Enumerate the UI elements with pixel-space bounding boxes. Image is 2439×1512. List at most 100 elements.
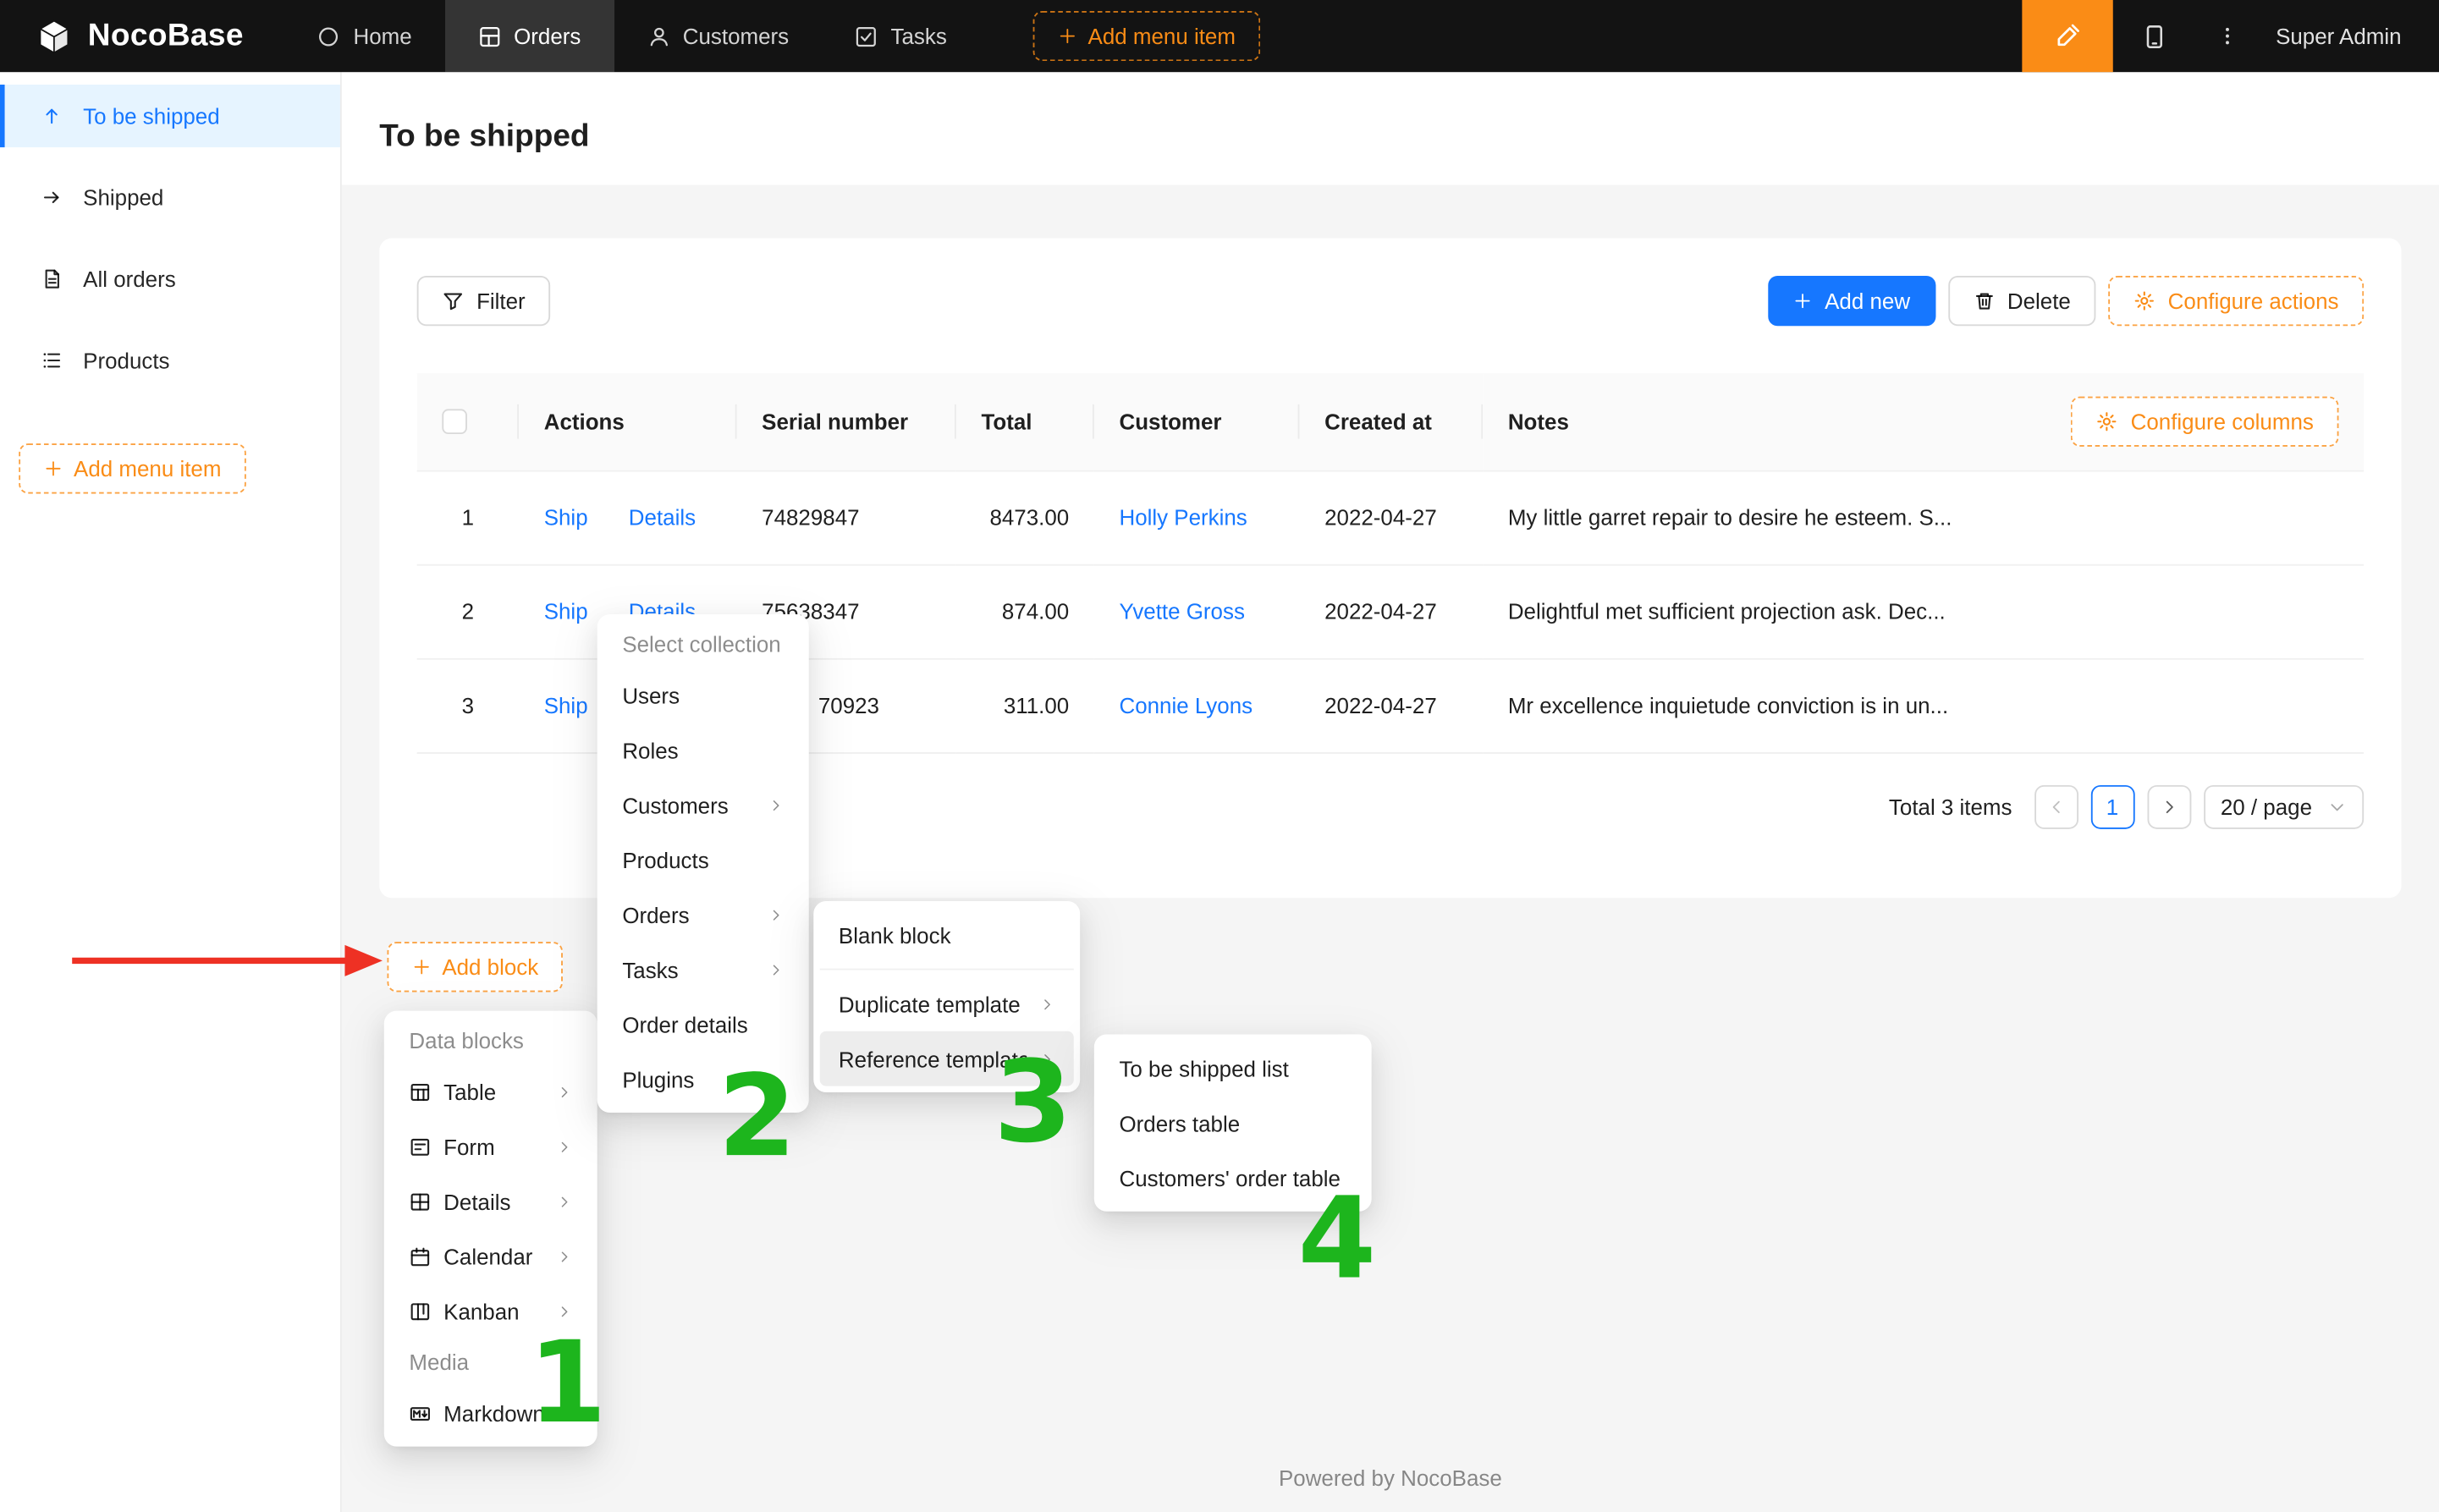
toolbar-right-group: Add new Delete Configure actions — [1768, 276, 2364, 326]
table-toolbar: Filter Add new Delete Conf — [417, 276, 2364, 326]
nav-tab-label: Home — [354, 24, 412, 49]
tasks-icon — [855, 25, 878, 48]
total-cell: 874.00 — [956, 564, 1094, 658]
red-arrow-annotation — [63, 936, 388, 986]
chevron-right-icon — [557, 1139, 573, 1155]
created-cell: 2022-04-27 — [1299, 658, 1483, 752]
notes-cell: Delightful met sufficient projection ask… — [1483, 564, 2364, 658]
menu-item-orders[interactable]: Orders — [603, 887, 802, 942]
column-header-notes: Notes — [1508, 409, 1569, 434]
table-row: 1 Ship Details 74829847 8473.00 Holly Per… — [417, 470, 2364, 564]
configure-columns-label: Configure columns — [2131, 409, 2314, 434]
customer-link[interactable]: Connie Lyons — [1119, 693, 1253, 718]
chevron-right-icon — [557, 1248, 573, 1264]
sidebar-item-shipped[interactable]: Shipped — [0, 166, 340, 228]
powered-by-footer: Powered by NocoBase — [342, 1465, 2439, 1491]
created-cell: 2022-04-27 — [1299, 564, 1483, 658]
chevron-right-icon — [1039, 996, 1055, 1012]
select-all-checkbox[interactable] — [442, 410, 467, 435]
nav-tab-orders[interactable]: Orders — [445, 0, 614, 72]
nav-tab-customers[interactable]: Customers — [614, 0, 822, 72]
plus-icon — [1793, 292, 1812, 311]
row-index: 1 — [417, 470, 519, 564]
menu-item-table[interactable]: Table — [390, 1064, 591, 1119]
sidebar-item-all-orders[interactable]: All orders — [0, 248, 340, 311]
sidebar-item-label: To be shipped — [83, 103, 219, 129]
notes-cell: Mr excellence inquietude conviction is i… — [1483, 658, 2364, 752]
table-header-row: Actions Serial number Total Customer Cre… — [417, 373, 2364, 470]
menu-item-order-details[interactable]: Order details — [603, 997, 802, 1052]
annotation-number-3: 3 — [994, 1045, 1072, 1157]
customer-link[interactable]: Yvette Gross — [1119, 599, 1244, 624]
pagination-next-button[interactable] — [2147, 784, 2191, 828]
configure-actions-button[interactable]: Configure actions — [2108, 276, 2364, 326]
menu-item-details[interactable]: Details — [390, 1174, 591, 1229]
row-index: 2 — [417, 564, 519, 658]
gear-icon — [2133, 290, 2155, 312]
sidebar-item-to-be-shipped[interactable]: To be shipped — [0, 85, 340, 147]
menu-item-blank-block[interactable]: Blank block — [820, 907, 1074, 962]
sidebar-item-label: Products — [83, 348, 169, 373]
menu-item-to-be-shipped-list[interactable]: To be shipped list — [1100, 1041, 1365, 1096]
add-new-button[interactable]: Add new — [1768, 276, 1935, 326]
total-cell: 8473.00 — [956, 470, 1094, 564]
add-new-label: Add new — [1825, 289, 1910, 314]
column-header-serial: Serial number — [737, 373, 956, 470]
annotation-number-4: 4 — [1298, 1182, 1377, 1295]
nav-tab-label: Tasks — [891, 24, 947, 49]
add-block-label: Add block — [442, 954, 538, 979]
customers-icon — [647, 25, 670, 48]
menu-item-orders-table[interactable]: Orders table — [1100, 1096, 1365, 1151]
details-block-icon — [409, 1190, 431, 1212]
add-block-button[interactable]: Add block — [387, 941, 563, 991]
configure-columns-button[interactable]: Configure columns — [2071, 396, 2338, 446]
plus-icon — [1058, 26, 1076, 45]
menu-item-form[interactable]: Form — [390, 1119, 591, 1174]
row-index: 3 — [417, 658, 519, 752]
sidebar-add-menu-item-label: Add menu item — [74, 456, 221, 481]
page-size-select[interactable]: 20 / page — [2203, 784, 2364, 828]
document-icon — [41, 268, 63, 290]
menu-divider — [820, 969, 1074, 970]
navbar-right-cluster: Super Admin — [2022, 0, 2439, 72]
navbar-add-menu-item-label: Add menu item — [1088, 24, 1236, 49]
current-user[interactable]: Super Admin — [2257, 0, 2439, 72]
main-nav: Home Orders Customers Tasks — [284, 0, 980, 72]
ui-editor-button[interactable] — [2022, 0, 2112, 72]
trash-icon — [1973, 290, 1995, 312]
menu-item-tasks[interactable]: Tasks — [603, 942, 802, 997]
more-menu-button[interactable] — [2197, 0, 2256, 72]
ship-link[interactable]: Ship — [544, 504, 588, 530]
nav-tab-home[interactable]: Home — [284, 0, 445, 72]
home-icon — [317, 25, 341, 48]
ship-link[interactable]: Ship — [544, 599, 588, 624]
kanban-block-icon — [409, 1300, 431, 1322]
menu-item-roles[interactable]: Roles — [603, 723, 802, 778]
menu-group-data-blocks: Data blocks — [390, 1017, 591, 1064]
menu-item-calendar[interactable]: Calendar — [390, 1229, 591, 1284]
sidebar-add-menu-item-button[interactable]: Add menu item — [19, 443, 246, 493]
customer-link[interactable]: Holly Perkins — [1119, 504, 1247, 530]
menu-item-users[interactable]: Users — [603, 668, 802, 723]
chevron-right-icon — [557, 1084, 573, 1100]
mobile-preview-button[interactable] — [2112, 0, 2197, 72]
sidebar-item-products[interactable]: Products — [0, 329, 340, 392]
highlighter-pen-icon — [2053, 22, 2081, 50]
menu-item-products[interactable]: Products — [603, 833, 802, 888]
pagination-prev-button[interactable] — [2034, 784, 2078, 828]
ship-link[interactable]: Ship — [544, 693, 588, 718]
nocobase-logo[interactable]: NocoBase — [0, 0, 284, 72]
menu-item-customers[interactable]: Customers — [603, 778, 802, 833]
chevron-left-icon — [2046, 797, 2065, 816]
details-link[interactable]: Details — [629, 504, 696, 530]
serial-cell: 74829847 — [737, 470, 956, 564]
nav-tab-tasks[interactable]: Tasks — [822, 0, 980, 72]
delete-button[interactable]: Delete — [1948, 276, 2096, 326]
pagination-page-button[interactable]: 1 — [2090, 784, 2134, 828]
configure-actions-label: Configure actions — [2168, 289, 2339, 314]
menu-item-duplicate-template[interactable]: Duplicate template — [820, 976, 1074, 1031]
navbar-add-menu-item-button[interactable]: Add menu item — [1033, 11, 1261, 61]
filter-button[interactable]: Filter — [417, 276, 551, 326]
chevron-right-icon — [768, 797, 785, 813]
column-header-customer: Customer — [1094, 373, 1300, 470]
